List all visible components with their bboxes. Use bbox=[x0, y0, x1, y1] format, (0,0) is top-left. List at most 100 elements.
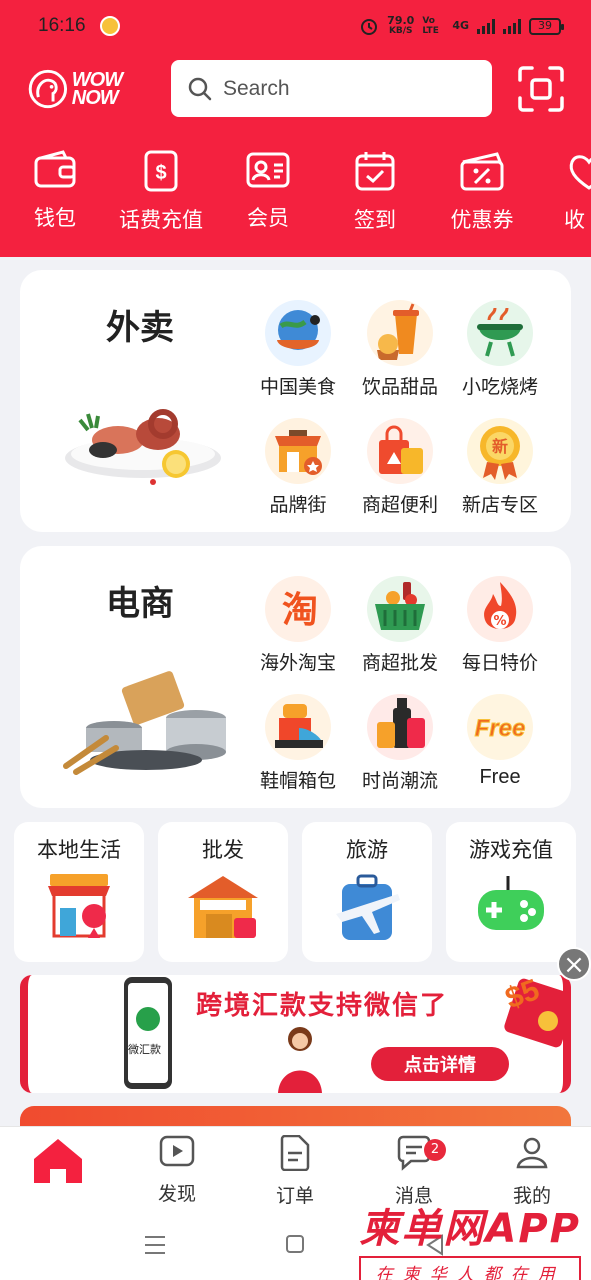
ecommerce-card[interactable]: 电商 淘 海外淘宝 商超批发 % 每日特价 鞋帽箱包 时尚潮流 Free Fre… bbox=[20, 546, 571, 808]
svg-text:新: 新 bbox=[492, 437, 508, 456]
quick-label: 会员 bbox=[247, 206, 289, 230]
nav-discover[interactable]: 发现 bbox=[127, 1135, 227, 1206]
search-bar[interactable] bbox=[171, 60, 492, 117]
category-label: 饮品甜品 bbox=[361, 376, 438, 398]
woman-illustration bbox=[278, 1027, 322, 1093]
status-bar: 16:16 79.0 KB/S Vo LTE 4G 39 bbox=[38, 14, 564, 38]
play-icon bbox=[159, 1135, 195, 1167]
category-overseas-taobao[interactable]: 淘 海外淘宝 bbox=[248, 576, 348, 675]
seafood-plate-image bbox=[65, 409, 221, 485]
wownow-logo[interactable]: WOW NOW bbox=[28, 62, 146, 116]
category-label: 鞋帽箱包 bbox=[259, 770, 336, 792]
cookware-image bbox=[63, 671, 226, 775]
quick-favorite[interactable]: 收 bbox=[534, 150, 591, 234]
drinks-desserts-icon bbox=[367, 300, 433, 366]
category-chinese-food[interactable]: 中国美食 bbox=[248, 300, 348, 399]
quick-label: 优惠券 bbox=[450, 208, 514, 232]
calendar-checkin-icon bbox=[355, 152, 395, 191]
category-fashion[interactable]: 时尚潮流 bbox=[350, 694, 450, 793]
category-label: 海外淘宝 bbox=[259, 652, 336, 674]
message-badge: 2 bbox=[424, 1139, 446, 1161]
banner-text: 跨境汇款支持微信了 bbox=[196, 991, 449, 1021]
category-free[interactable]: Free Free bbox=[450, 694, 550, 789]
watermark-logo: 柬单网APP 在柬华人都在用 bbox=[359, 1196, 581, 1280]
category-label: 小吃烧烤 bbox=[461, 376, 538, 398]
quick-coupon[interactable]: 优惠券 bbox=[427, 150, 537, 234]
category-brand-street[interactable]: 品牌街 bbox=[248, 418, 348, 517]
nav-home[interactable] bbox=[8, 1135, 108, 1197]
local-life-card[interactable]: 本地生活 bbox=[14, 822, 144, 962]
nav-orders[interactable]: 订单 bbox=[245, 1134, 345, 1208]
mini-card-label: 批发 bbox=[202, 838, 244, 862]
category-shoes-bags[interactable]: 鞋帽箱包 bbox=[248, 694, 348, 793]
svg-text:淘: 淘 bbox=[282, 590, 318, 631]
signal-icon-2 bbox=[503, 18, 521, 34]
category-wholesale-market[interactable]: 商超批发 bbox=[350, 576, 450, 675]
remittance-banner[interactable]: 微汇款 跨境汇款支持微信了 点击详情 $5 bbox=[20, 975, 571, 1093]
red-envelope-icon: $5 bbox=[501, 975, 563, 1048]
nav-label: 订单 bbox=[275, 1185, 314, 1207]
category-new-stores[interactable]: 新 新店专区 bbox=[450, 418, 550, 517]
food-card[interactable]: 外卖 中国美食 饮品甜品 小吃烧烤 品牌街 商超便利 新 新店专区 bbox=[20, 270, 571, 532]
shopping-basket-icon bbox=[367, 576, 433, 642]
category-drinks-desserts[interactable]: 饮品甜品 bbox=[350, 300, 450, 399]
search-input[interactable] bbox=[223, 76, 463, 101]
order-icon bbox=[280, 1134, 310, 1172]
quick-member[interactable]: 会员 bbox=[213, 150, 323, 232]
scan-icon[interactable] bbox=[517, 65, 565, 113]
home-square-icon[interactable] bbox=[285, 1234, 305, 1254]
quick-label: 钱包 bbox=[34, 206, 76, 230]
watermark-title: 柬单网APP bbox=[359, 1206, 581, 1252]
food-card-title: 外卖 bbox=[106, 308, 174, 348]
elephant-logo-icon bbox=[28, 69, 68, 109]
svg-text:Free: Free bbox=[475, 715, 526, 742]
svg-text:%: % bbox=[493, 614, 506, 629]
alarm-icon bbox=[361, 19, 378, 35]
supermarket-bag-icon bbox=[367, 418, 433, 484]
mini-card-label: 旅游 bbox=[346, 838, 388, 862]
status-time: 16:16 bbox=[38, 15, 86, 36]
heart-favorite-icon bbox=[569, 155, 591, 190]
category-daily-deals[interactable]: % 每日特价 bbox=[450, 576, 550, 675]
category-snacks-bbq[interactable]: 小吃烧烤 bbox=[450, 300, 550, 399]
category-supermarket[interactable]: 商超便利 bbox=[350, 418, 450, 517]
profile-icon bbox=[516, 1137, 548, 1169]
new-store-badge-icon: 新 bbox=[467, 418, 533, 484]
member-card-icon bbox=[246, 152, 290, 188]
battery-icon: 39 bbox=[529, 17, 564, 35]
wallet-icon bbox=[34, 150, 76, 188]
net-speed: 79.0 KB/S bbox=[387, 14, 415, 36]
close-ad-button[interactable]: × bbox=[557, 947, 591, 981]
travel-card[interactable]: 旅游 bbox=[302, 822, 432, 962]
header: 16:16 79.0 KB/S Vo LTE 4G 39 WOW NOW Sea… bbox=[0, 0, 591, 257]
quick-phone-topup[interactable]: $ 话费充值 bbox=[106, 150, 216, 234]
details-button[interactable]: 点击详情 bbox=[371, 1047, 509, 1081]
quick-label: 签到 bbox=[354, 208, 396, 232]
quick-wallet[interactable]: 钱包 bbox=[0, 150, 110, 232]
wholesale-card[interactable]: 批发 bbox=[158, 822, 288, 962]
brand-street-icon bbox=[265, 418, 331, 484]
game-topup-card[interactable]: 游戏充值 bbox=[446, 822, 576, 962]
ecommerce-card-title: 电商 bbox=[106, 584, 174, 624]
free-badge-icon: Free bbox=[467, 694, 533, 760]
wholesale-warehouse-icon bbox=[184, 874, 262, 944]
quick-actions: 钱包 $ 话费充值 会员 签到 优惠券 收 bbox=[0, 150, 591, 240]
mini-card-label: 本地生活 bbox=[37, 838, 121, 862]
quick-label: 收 bbox=[564, 208, 585, 232]
nav-label: 发现 bbox=[157, 1183, 196, 1205]
flame-discount-icon: % bbox=[467, 576, 533, 642]
menu-icon[interactable] bbox=[144, 1234, 166, 1256]
notification-icon bbox=[99, 16, 120, 36]
game-controller-icon bbox=[472, 874, 550, 944]
app-label: 微汇款 bbox=[128, 1043, 161, 1056]
mini-card-label: 游戏充值 bbox=[469, 838, 553, 862]
logo-wordmark: WOW NOW bbox=[71, 69, 123, 109]
chinese-food-icon bbox=[265, 300, 331, 366]
category-label: 中国美食 bbox=[259, 376, 336, 398]
quick-checkin[interactable]: 签到 bbox=[320, 150, 430, 234]
signal-icon bbox=[477, 18, 495, 34]
svg-text:$: $ bbox=[155, 162, 166, 184]
cosmetics-icon bbox=[367, 694, 433, 760]
home-icon bbox=[34, 1139, 82, 1183]
category-label: 每日特价 bbox=[461, 652, 538, 674]
